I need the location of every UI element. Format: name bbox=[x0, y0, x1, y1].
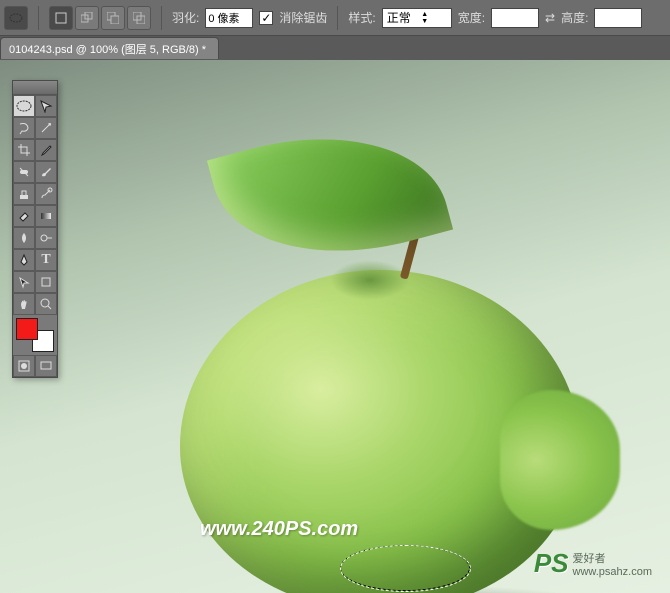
canvas[interactable]: www.240PS.com PS 爱好者 www.psahz.com bbox=[0, 60, 670, 593]
healing-brush-tool[interactable] bbox=[13, 161, 35, 183]
subtract-selection-button[interactable] bbox=[101, 6, 125, 30]
selection-mode-group bbox=[49, 6, 151, 30]
move-tool[interactable] bbox=[35, 95, 57, 117]
quick-mask-button[interactable] bbox=[13, 355, 35, 377]
color-swatches bbox=[16, 318, 54, 352]
tab-title: 0104243.psd @ 100% (图层 5, RGB/8) * bbox=[9, 41, 206, 57]
history-brush-tool[interactable] bbox=[35, 183, 57, 205]
lasso-tool[interactable] bbox=[13, 117, 35, 139]
options-bar: 羽化: ✓ 消除锯齿 样式: 正常 ▲▼ 宽度: ⇄ 高度: bbox=[0, 0, 670, 36]
elliptical-marquee-tool[interactable] bbox=[13, 95, 35, 117]
antialias-checkbox[interactable]: ✓ bbox=[259, 11, 273, 25]
watermark-logo: PS bbox=[534, 548, 569, 579]
zoom-tool[interactable] bbox=[35, 293, 57, 315]
document-tab-bar: 0104243.psd @ 100% (图层 5, RGB/8) * bbox=[0, 36, 670, 60]
shape-tool[interactable] bbox=[35, 271, 57, 293]
clone-stamp-tool[interactable] bbox=[13, 183, 35, 205]
height-label: 高度: bbox=[561, 9, 588, 26]
intersect-selection-button[interactable] bbox=[127, 6, 151, 30]
style-value: 正常 bbox=[387, 9, 411, 26]
path-selection-tool[interactable] bbox=[13, 271, 35, 293]
add-to-selection-button[interactable] bbox=[75, 6, 99, 30]
tools-panel-header[interactable] bbox=[13, 81, 57, 95]
tool-preset-picker[interactable] bbox=[4, 6, 28, 30]
brush-tool[interactable] bbox=[35, 161, 57, 183]
width-input[interactable] bbox=[491, 8, 539, 28]
new-selection-button[interactable] bbox=[49, 6, 73, 30]
hand-tool[interactable] bbox=[13, 293, 35, 315]
tools-panel[interactable]: T bbox=[12, 80, 58, 378]
style-dropdown[interactable]: 正常 ▲▼ bbox=[382, 8, 452, 28]
document-tab[interactable]: 0104243.psd @ 100% (图层 5, RGB/8) * bbox=[0, 37, 219, 59]
height-input[interactable] bbox=[594, 8, 642, 28]
feather-label: 羽化: bbox=[172, 9, 199, 26]
eraser-tool[interactable] bbox=[13, 205, 35, 227]
style-label: 样式: bbox=[348, 9, 375, 26]
screen-mode-button[interactable] bbox=[35, 355, 57, 377]
feather-input[interactable] bbox=[205, 8, 253, 28]
eyedropper-tool[interactable] bbox=[35, 139, 57, 161]
watermark-line2: www.psahz.com bbox=[573, 566, 652, 579]
watermark-line1: 爱好者 bbox=[573, 553, 652, 566]
width-label: 宽度: bbox=[458, 9, 485, 26]
dodge-tool[interactable] bbox=[35, 227, 57, 249]
magic-wand-tool[interactable] bbox=[35, 117, 57, 139]
foreground-color-swatch[interactable] bbox=[16, 318, 38, 340]
watermark-240ps: www.240PS.com bbox=[200, 518, 358, 541]
gradient-tool[interactable] bbox=[35, 205, 57, 227]
link-icon: ⇄ bbox=[545, 11, 555, 25]
type-tool[interactable]: T bbox=[35, 249, 57, 271]
marquee-selection[interactable] bbox=[340, 545, 470, 591]
crop-tool[interactable] bbox=[13, 139, 35, 161]
antialias-label: 消除锯齿 bbox=[279, 9, 327, 26]
pen-tool[interactable] bbox=[13, 249, 35, 271]
blur-tool[interactable] bbox=[13, 227, 35, 249]
watermark-psahz: PS 爱好者 www.psahz.com bbox=[534, 548, 652, 579]
